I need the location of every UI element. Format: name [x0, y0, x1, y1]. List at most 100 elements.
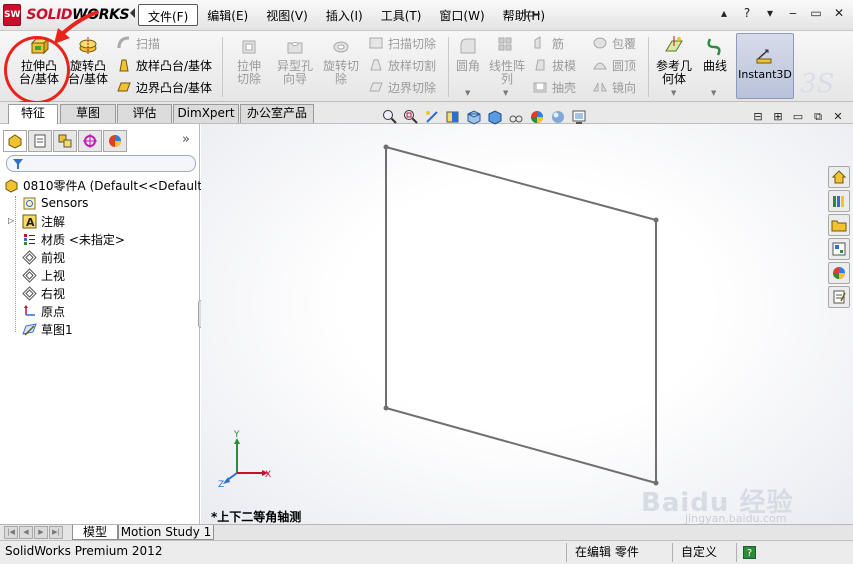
tab-features[interactable]: 特征: [8, 104, 58, 124]
tile-horizontal-button[interactable]: ⊟: [751, 111, 765, 125]
swept-cut-button[interactable]: 扫描切除: [368, 33, 436, 53]
display-style-icon[interactable]: [486, 109, 504, 125]
sweep-button[interactable]: 扫描: [116, 33, 160, 53]
help-dropdown-icon[interactable]: ▾: [760, 5, 780, 23]
tree-item-right-plane[interactable]: 右视: [4, 284, 198, 302]
tab-model[interactable]: 模型: [72, 525, 118, 540]
pattern-dropdown-icon[interactable]: ▼: [503, 89, 508, 97]
apply-scene-icon[interactable]: [549, 109, 567, 125]
solidworks-logo[interactable]: SW SOLIDWORKS: [3, 3, 130, 27]
status-help-button[interactable]: ?: [736, 543, 762, 562]
tree-item-material[interactable]: 材质 <未指定>: [4, 230, 198, 248]
previous-view-icon[interactable]: [423, 109, 441, 125]
view-settings-icon[interactable]: [570, 109, 588, 125]
edit-appearance-icon[interactable]: [528, 109, 546, 125]
doc-close-button[interactable]: ✕: [831, 111, 845, 125]
curves-dropdown-icon[interactable]: ▼: [711, 89, 716, 97]
shell-icon: [533, 82, 547, 93]
menu-expand-arrow-icon[interactable]: [130, 8, 135, 18]
featuremanager-tab[interactable]: [3, 130, 27, 152]
fillet-button[interactable]: 圆角: [452, 33, 484, 73]
hole-wizard-button[interactable]: 异型孔向导: [274, 33, 316, 86]
zoom-to-fit-icon[interactable]: [381, 109, 399, 125]
wrap-button[interactable]: 包覆: [592, 33, 636, 53]
shell-button[interactable]: 抽壳: [532, 77, 576, 97]
tab-office-products[interactable]: 办公室产品: [240, 104, 314, 123]
pin-menu-icon[interactable]: [523, 7, 541, 21]
file-explorer-tab[interactable]: [828, 214, 850, 236]
tab-motion-study-1[interactable]: Motion Study 1: [118, 525, 214, 540]
ref-geometry-dropdown-icon[interactable]: ▼: [671, 89, 676, 97]
last-tab-arrow-icon[interactable]: ▶|: [49, 526, 63, 539]
tree-item-origin[interactable]: 原点: [4, 302, 198, 320]
reference-geometry-button[interactable]: 参考几何体: [652, 33, 696, 86]
sketch-vertex[interactable]: [383, 144, 389, 150]
solidworks-resources-tab[interactable]: [828, 166, 850, 188]
sketch-vertex[interactable]: [383, 405, 389, 411]
sketch-vertex[interactable]: [653, 217, 659, 223]
loft-button[interactable]: 放样凸台/基体: [116, 55, 212, 75]
tile-vertical-button[interactable]: ⊞: [771, 111, 785, 125]
menu-edit[interactable]: 编辑(E): [198, 4, 257, 26]
dropdown-caret-icon[interactable]: ▴: [714, 5, 734, 23]
section-view-icon[interactable]: [444, 109, 462, 125]
boundary-cut-button[interactable]: 边界切除: [368, 77, 436, 97]
help-button[interactable]: ?: [737, 5, 757, 23]
restore-button[interactable]: ▭: [806, 5, 826, 23]
tree-item-sensors[interactable]: Sensors: [4, 194, 198, 212]
curves-icon: [707, 38, 721, 56]
view-orientation-icon[interactable]: [465, 109, 483, 125]
status-units[interactable]: 自定义: [672, 543, 734, 562]
design-library-tab[interactable]: [828, 190, 850, 212]
menu-file[interactable]: 文件(F): [138, 4, 199, 26]
prev-tab-arrow-icon[interactable]: ◀: [19, 526, 33, 539]
dimxpertmanager-tab[interactable]: [78, 130, 102, 152]
draft-button[interactable]: 拔模: [532, 55, 576, 75]
revolve-cut-button[interactable]: 旋转切除: [320, 33, 362, 86]
hide-show-items-icon[interactable]: [507, 109, 525, 125]
graphics-area[interactable]: ⊟ ⊞ ▭ ⧉ ✕ Y X Z *上下二等角轴测 Baidu 经验 jingya…: [201, 110, 853, 525]
tree-item-sketch1[interactable]: 草图1: [4, 320, 198, 338]
lofted-cut-button[interactable]: 放样切割: [368, 55, 436, 75]
propertymanager-tab[interactable]: [28, 130, 52, 152]
menu-view[interactable]: 视图(V): [257, 4, 317, 26]
expand-arrow-icon[interactable]: ▷: [8, 216, 14, 225]
revolve-boss-button[interactable]: 旋转凸台/基体: [66, 33, 110, 86]
dome-button[interactable]: 圆顶: [592, 55, 636, 75]
linear-pattern-button[interactable]: 线性阵列: [486, 33, 528, 86]
doc-restore-button[interactable]: ⧉: [811, 111, 825, 125]
tab-sketch[interactable]: 草图: [60, 104, 116, 123]
menu-insert[interactable]: 插入(I): [317, 4, 372, 26]
displaymanager-tab[interactable]: [103, 130, 127, 152]
tree-root-part[interactable]: 0810零件A (Default<<Default: [4, 176, 202, 194]
configurationmanager-tab[interactable]: [53, 130, 77, 152]
appearances-tab[interactable]: [828, 262, 850, 284]
sketch-rectangle[interactable]: [385, 145, 657, 485]
boundary-boss-button[interactable]: 边界凸台/基体: [116, 77, 212, 97]
menu-window[interactable]: 窗口(W): [430, 4, 493, 26]
sketch-canvas[interactable]: Y X Z: [201, 124, 853, 524]
mirror-button[interactable]: 镜向: [592, 77, 636, 97]
minimize-button[interactable]: ‒: [783, 5, 803, 23]
tree-item-top-plane[interactable]: 上视: [4, 266, 198, 284]
instant3d-toggle[interactable]: Instant3D: [736, 33, 794, 99]
rib-button[interactable]: 筋: [532, 33, 564, 53]
fillet-dropdown-icon[interactable]: ▼: [465, 89, 470, 97]
wrap-label: 包覆: [612, 36, 637, 51]
view-palette-tab[interactable]: [828, 238, 850, 260]
doc-minimize-button[interactable]: ▭: [791, 111, 805, 125]
extrude-cut-button[interactable]: 拉伸切除: [228, 33, 270, 86]
next-tab-arrow-icon[interactable]: ▶: [34, 526, 48, 539]
tree-item-front-plane[interactable]: 前视: [4, 248, 198, 266]
curves-button[interactable]: 曲线: [698, 33, 732, 73]
close-button[interactable]: ✕: [829, 5, 849, 23]
menu-tools[interactable]: 工具(T): [372, 4, 431, 26]
tree-item-annotations[interactable]: ▷ A 注解: [4, 212, 198, 230]
more-tabs-icon[interactable]: »: [182, 132, 190, 147]
custom-properties-tab[interactable]: [828, 286, 850, 308]
tab-evaluate[interactable]: 评估: [117, 104, 172, 123]
zoom-to-area-icon[interactable]: [402, 109, 420, 125]
first-tab-arrow-icon[interactable]: |◀: [4, 526, 18, 539]
tree-filter-input[interactable]: [6, 155, 196, 172]
tab-dimxpert[interactable]: DimXpert: [173, 104, 239, 123]
